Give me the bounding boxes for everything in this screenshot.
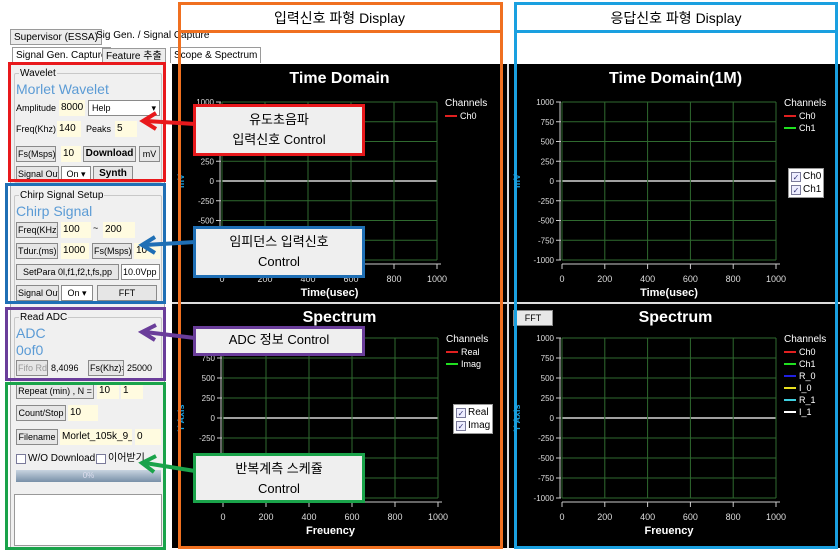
annotation-text: 임피던스 입력신호: [229, 234, 329, 249]
annotation-text: 유도초음파: [249, 112, 309, 127]
annotation-text: 반복계측 스케쥴: [235, 461, 323, 476]
arrow-wavelet: [145, 119, 196, 126]
annotation-text: ADC 정보 Control: [228, 332, 330, 347]
annotation-repeat: 반복계측 스케쥴 Control: [193, 453, 365, 503]
arrow-chirp: [144, 240, 196, 247]
annotation-wavelet: 유도초음파입력신호 Control: [193, 104, 365, 156]
annotation-adc: ADC 정보 Control: [193, 326, 365, 356]
annotation-arrows: [137, 111, 196, 474]
annotation-text: Control: [258, 254, 300, 269]
annotation-text: Control: [258, 481, 300, 496]
annotation-text: 입력신호 Control: [232, 132, 326, 147]
annotation-chirp: 임피던스 입력신호 Control: [193, 226, 365, 278]
